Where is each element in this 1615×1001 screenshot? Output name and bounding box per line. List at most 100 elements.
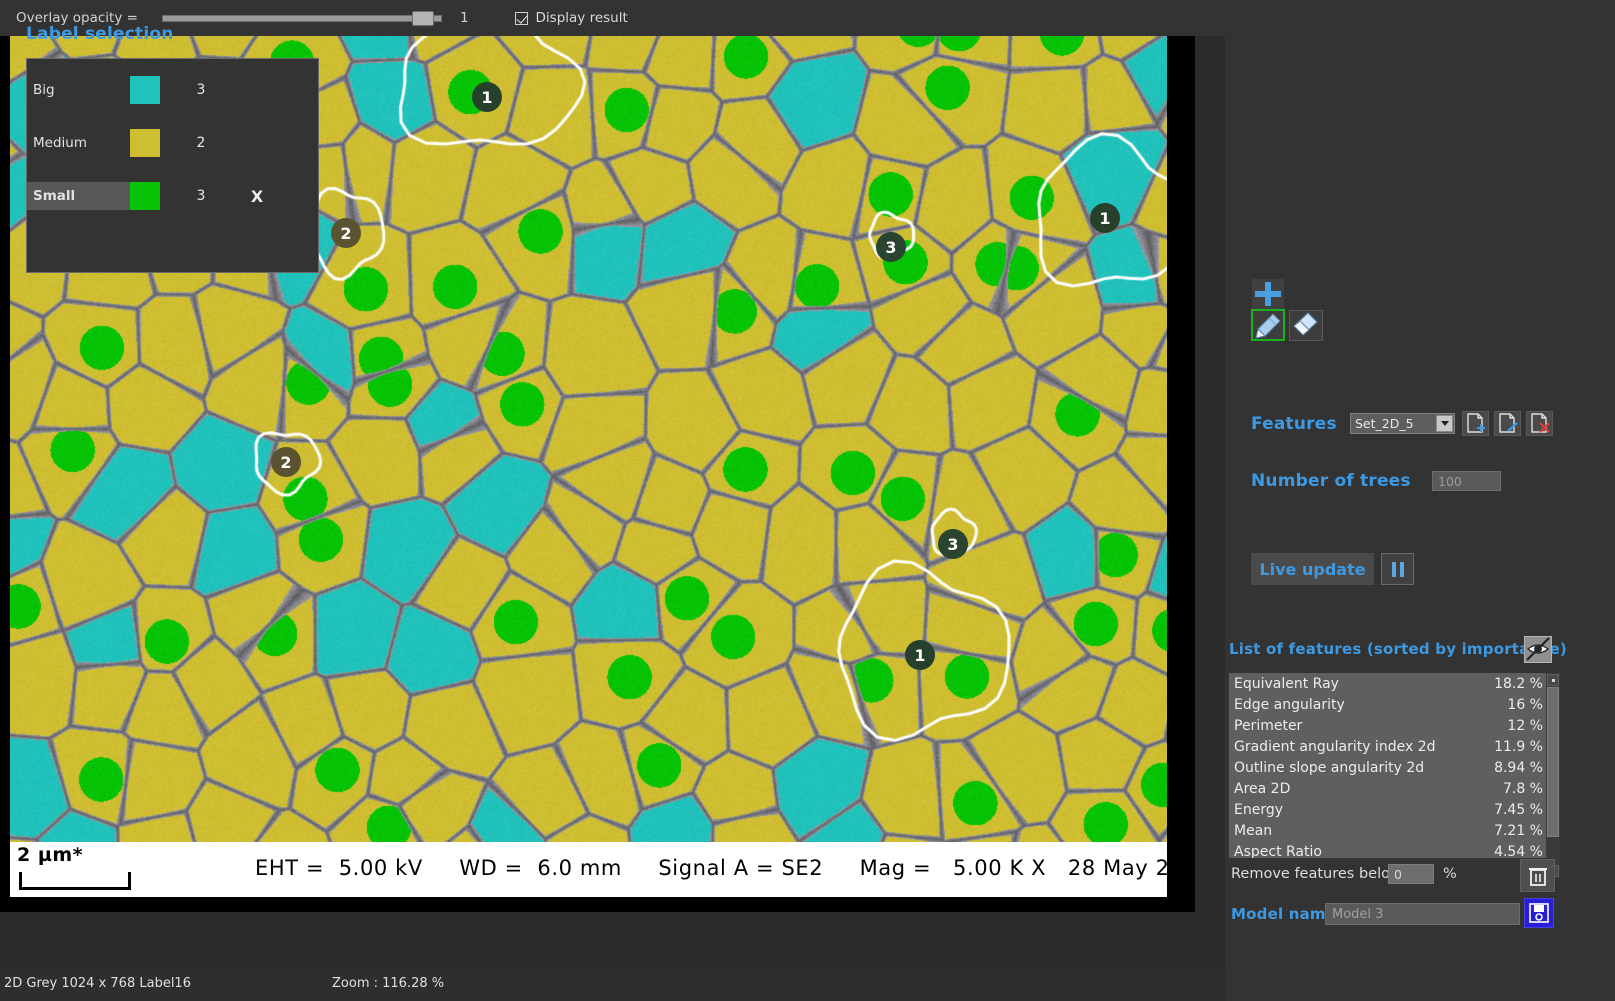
status-bar: 2D Grey 1024 x 768 Label16 Zoom : 116.28…	[0, 967, 1225, 1001]
training-region-marker[interactable]: 3	[876, 232, 906, 262]
sem-metadata-text: EHT = 5.00 kV WD = 6.0 mm Signal A = SE2…	[255, 856, 1195, 880]
feature-name: Area 2D	[1234, 780, 1291, 797]
feature-list-item[interactable]: Perimeter 12 %	[1229, 715, 1549, 736]
toggle-feature-visibility-button[interactable]	[1524, 636, 1552, 663]
model-name-input[interactable]: Model 3	[1325, 903, 1520, 925]
label-selection-box: Big 3 Medium 2 Small 3 X	[26, 58, 319, 273]
feature-list-item[interactable]: Area 2D 7.8 %	[1229, 778, 1549, 799]
label-remove-button[interactable]: X	[242, 187, 272, 206]
remove-features-label: Remove features below	[1231, 866, 1402, 882]
features-label: Features	[1251, 414, 1337, 434]
label-count: 3	[196, 188, 206, 204]
training-region-marker[interactable]: 2	[331, 218, 361, 248]
add-label-button[interactable]	[1252, 279, 1284, 309]
checkbox-icon[interactable]	[514, 11, 528, 25]
feature-value: 12 %	[1507, 717, 1543, 734]
hidden-eye-icon	[1526, 637, 1550, 661]
pause-button[interactable]	[1381, 553, 1414, 585]
eraser-icon	[1293, 312, 1318, 336]
label-count: 2	[196, 135, 206, 151]
label-count: 3	[196, 82, 206, 98]
training-region-marker[interactable]: 1	[905, 640, 935, 670]
label-name[interactable]: Big	[27, 76, 130, 104]
number-of-trees-input[interactable]: 100	[1432, 471, 1501, 491]
trash-icon	[1528, 867, 1547, 886]
pause-icon-bar-left	[1391, 561, 1396, 577]
pencil-tool-button[interactable]	[1251, 309, 1285, 341]
training-region-marker[interactable]: 1	[1090, 203, 1120, 233]
slider-thumb[interactable]	[411, 11, 434, 26]
remove-features-unit: %	[1443, 866, 1457, 882]
label-name[interactable]: Medium	[27, 129, 130, 157]
label-color-swatch[interactable]	[130, 182, 160, 210]
new-feature-set-button[interactable]	[1462, 411, 1489, 436]
scale-bar-label: 2 µm*	[17, 844, 84, 866]
delete-features-button[interactable]	[1520, 859, 1555, 892]
features-set-dropdown[interactable]: Set_2D_5	[1350, 413, 1455, 434]
feature-value: 7.21 %	[1494, 822, 1543, 839]
feature-list-item[interactable]: Energy 7.45 %	[1229, 799, 1549, 820]
pause-icon-bar-right	[1399, 561, 1404, 577]
new-document-icon	[1467, 413, 1485, 433]
feature-name: Perimeter	[1234, 717, 1303, 734]
training-region-marker[interactable]: 1	[472, 82, 502, 112]
label-row[interactable]: Small 3 X	[27, 179, 320, 213]
feature-list-item[interactable]: Edge angularity 16 %	[1229, 694, 1549, 715]
feature-list-scroll-thumb[interactable]	[1547, 687, 1559, 837]
label-selection-title: Label selection	[26, 24, 174, 44]
status-zoom-level: Zoom : 116.28 %	[332, 976, 445, 991]
delete-document-icon	[1531, 413, 1550, 433]
save-floppy-icon	[1529, 903, 1549, 923]
delete-feature-set-button[interactable]	[1526, 411, 1553, 436]
label-row[interactable]: Medium 2	[27, 126, 320, 160]
feature-value: 8.94 %	[1494, 759, 1543, 776]
feature-name: Aspect Ratio	[1234, 843, 1322, 859]
feature-name: Gradient angularity index 2d	[1234, 738, 1436, 755]
feature-value: 4.54 %	[1494, 843, 1543, 859]
plus-icon	[1255, 282, 1281, 306]
status-image-info: 2D Grey 1024 x 768 Label16	[4, 976, 191, 991]
sem-info-bar: 2 µm* EHT = 5.00 kV WD = 6.0 mm Signal A…	[10, 842, 1195, 897]
remove-features-threshold-input[interactable]: 0	[1388, 864, 1434, 884]
save-model-button[interactable]	[1524, 898, 1554, 928]
feature-name: Equivalent Ray	[1234, 675, 1339, 692]
feature-list-title: List of features (sorted by importance)	[1229, 640, 1567, 658]
feature-list-item[interactable]: Aspect Ratio 4.54 %	[1229, 841, 1549, 859]
feature-value: 11.9 %	[1494, 738, 1543, 755]
label-color-swatch[interactable]	[130, 76, 160, 104]
feature-list-item[interactable]: Outline slope angularity 2d 8.94 %	[1229, 757, 1549, 778]
feature-list-item[interactable]: Gradient angularity index 2d 11.9 %	[1229, 736, 1549, 757]
display-result-checkbox[interactable]: Display result	[514, 10, 628, 26]
feature-list-item[interactable]: Equivalent Ray 18.2 %	[1229, 673, 1549, 694]
label-name[interactable]: Small	[27, 182, 130, 210]
feature-list-scroll-up[interactable]	[1547, 674, 1559, 686]
pencil-icon	[1255, 313, 1281, 339]
feature-value: 18.2 %	[1494, 675, 1543, 692]
label-color-swatch[interactable]	[130, 129, 160, 157]
features-set-value: Set_2D_5	[1355, 416, 1414, 431]
feature-name: Energy	[1234, 801, 1284, 818]
edit-document-icon	[1499, 413, 1518, 433]
feature-value: 7.8 %	[1502, 780, 1543, 797]
feature-name: Mean	[1234, 822, 1273, 839]
feature-importance-list[interactable]: Equivalent Ray 18.2 % Edge angularity 16 % P…	[1229, 673, 1549, 858]
feature-name: Outline slope angularity 2d	[1234, 759, 1425, 776]
display-result-label: Display result	[535, 10, 628, 26]
overlay-opacity-slider[interactable]	[161, 11, 442, 26]
training-region-marker[interactable]: 2	[271, 447, 301, 477]
feature-value: 7.45 %	[1494, 801, 1543, 818]
model-name-label: Model name	[1231, 905, 1337, 923]
eraser-tool-button[interactable]	[1289, 310, 1323, 341]
feature-name: Edge angularity	[1234, 696, 1345, 713]
feature-list-scrollbar[interactable]	[1546, 673, 1560, 878]
live-update-button[interactable]: Live update	[1251, 553, 1374, 585]
overlay-toolbar: Overlay opacity = 1 Display result	[0, 0, 1225, 36]
chevron-down-icon[interactable]	[1436, 415, 1453, 432]
overlay-opacity-value: 1	[459, 10, 469, 26]
feature-value: 16 %	[1507, 696, 1543, 713]
edit-feature-set-button[interactable]	[1494, 411, 1521, 436]
label-row[interactable]: Big 3	[27, 73, 320, 107]
training-region-marker[interactable]: 3	[938, 529, 968, 559]
feature-list-item[interactable]: Mean 7.21 %	[1229, 820, 1549, 841]
scale-bar-graphic	[19, 872, 131, 890]
